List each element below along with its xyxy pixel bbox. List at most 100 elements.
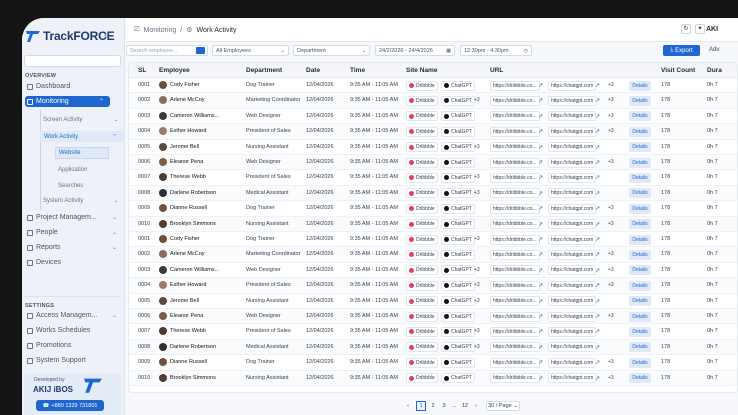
details-button[interactable]: Details xyxy=(629,188,651,199)
employee-name-cell[interactable]: Brooklyn Simmons xyxy=(170,221,216,227)
more-urls-count[interactable]: +3 xyxy=(608,282,614,288)
url-tag[interactable]: https://chatgpt.com xyxy=(548,326,597,337)
sidebar-sub-system-activity[interactable]: System Activity ⌄ xyxy=(43,198,121,204)
column-header[interactable]: Dura xyxy=(707,67,722,74)
external-link-icon[interactable]: ↗ xyxy=(538,82,543,89)
url-tag[interactable]: https://dribbble.co... xyxy=(490,373,540,384)
more-urls-count[interactable]: +3 xyxy=(608,205,614,211)
external-link-icon[interactable]: ↗ xyxy=(595,205,600,212)
external-link-icon[interactable]: ↗ xyxy=(595,236,600,243)
column-header[interactable]: URL xyxy=(490,67,503,74)
site-tag-chatgpt[interactable]: ChatGPT xyxy=(441,265,475,276)
page-button[interactable]: 2 xyxy=(429,401,437,411)
url-tag[interactable]: https://dribbble.co... xyxy=(490,219,540,230)
site-tag-dribbble[interactable]: Dribbble xyxy=(406,357,438,368)
url-tag[interactable]: https://dribbble.co... xyxy=(490,95,540,106)
more-sites-count[interactable]: +3 xyxy=(474,174,480,180)
employees-select[interactable]: All Employees ⌄ xyxy=(212,45,289,56)
employee-name-cell[interactable]: Cody Fisher xyxy=(170,236,200,242)
more-urls-count[interactable]: +3 xyxy=(608,251,614,257)
sidebar-sub-searches[interactable]: Searches xyxy=(58,183,83,189)
url-tag[interactable]: https://dribbble.co... xyxy=(490,111,540,122)
column-header[interactable]: Site Name xyxy=(406,67,437,74)
external-link-icon[interactable]: ↗ xyxy=(595,282,600,289)
url-tag[interactable]: https://chatgpt.com xyxy=(548,265,597,276)
site-tag-chatgpt[interactable]: ChatGPT xyxy=(441,249,475,260)
sidebar-item-project-management[interactable]: Project Managem... ⌄ xyxy=(25,212,123,223)
per-page-select[interactable]: 30 / Page ⌄ xyxy=(486,401,520,411)
employee-name-cell[interactable]: Dianne Russell xyxy=(170,205,207,211)
employee-name-cell[interactable]: Dianne Russell xyxy=(170,359,207,365)
external-link-icon[interactable]: ↗ xyxy=(538,375,543,382)
more-urls-count[interactable]: +3 xyxy=(608,159,614,165)
site-tag-dribbble[interactable]: Dribbble xyxy=(406,172,438,183)
page-button[interactable]: 1 xyxy=(416,401,426,411)
double-chevron-left-icon[interactable]: « xyxy=(104,30,110,41)
site-tag-dribbble[interactable]: Dribbble xyxy=(406,311,438,322)
external-link-icon[interactable]: ↗ xyxy=(595,313,600,320)
page-button[interactable]: 3 xyxy=(440,401,448,411)
column-header[interactable]: Department xyxy=(246,67,282,74)
external-link-icon[interactable]: ↗ xyxy=(538,128,543,135)
site-tag-dribbble[interactable]: Dribbble xyxy=(406,111,438,122)
external-link-icon[interactable]: ↗ xyxy=(595,344,600,351)
external-link-icon[interactable]: ↗ xyxy=(595,159,600,166)
external-link-icon[interactable]: ↗ xyxy=(538,282,543,289)
external-link-icon[interactable]: ↗ xyxy=(595,190,600,197)
url-tag[interactable]: https://chatgpt.com xyxy=(548,142,597,153)
url-tag[interactable]: https://chatgpt.com xyxy=(548,172,597,183)
site-tag-dribbble[interactable]: Dribbble xyxy=(406,296,438,307)
sidebar-item-people[interactable]: People ⌄ xyxy=(25,227,123,238)
details-button[interactable]: Details xyxy=(629,219,651,230)
sidebar-sub-website[interactable]: Website xyxy=(55,147,109,159)
date-range-picker[interactable]: 24/2/2026 - 24/4/2026 ▦ xyxy=(375,45,455,56)
details-button[interactable]: Details xyxy=(629,157,651,168)
next-page-button[interactable]: › xyxy=(472,401,480,411)
sidebar-sub-application[interactable]: Application xyxy=(58,167,87,173)
external-link-icon[interactable]: ↗ xyxy=(538,174,543,181)
external-link-icon[interactable]: ↗ xyxy=(538,144,543,151)
site-tag-chatgpt[interactable]: ChatGPT xyxy=(441,95,475,106)
details-button[interactable]: Details xyxy=(629,95,651,106)
url-tag[interactable]: https://dribbble.co... xyxy=(490,80,540,91)
more-urls-count[interactable]: +3 xyxy=(608,97,614,103)
url-tag[interactable]: https://chatgpt.com xyxy=(548,234,597,245)
details-button[interactable]: Details xyxy=(629,80,651,91)
external-link-icon[interactable]: ↗ xyxy=(595,375,600,382)
column-header[interactable]: Date xyxy=(306,67,320,74)
site-tag-chatgpt[interactable]: ChatGPT xyxy=(441,172,475,183)
site-tag-chatgpt[interactable]: ChatGPT xyxy=(441,326,475,337)
url-tag[interactable]: https://dribbble.co... xyxy=(490,234,540,245)
site-tag-chatgpt[interactable]: ChatGPT xyxy=(441,234,475,245)
external-link-icon[interactable]: ↗ xyxy=(595,221,600,228)
site-tag-chatgpt[interactable]: ChatGPT xyxy=(441,80,475,91)
more-sites-count[interactable]: +3 xyxy=(474,144,480,150)
more-urls-count[interactable]: +3 xyxy=(608,313,614,319)
column-header[interactable]: Employee xyxy=(159,67,190,74)
url-tag[interactable]: https://dribbble.co... xyxy=(490,172,540,183)
site-tag-dribbble[interactable]: Dribbble xyxy=(406,95,438,106)
employee-name-cell[interactable]: Cameron Williams... xyxy=(170,113,219,119)
employee-name-cell[interactable]: Eleanor Pena xyxy=(170,313,203,319)
details-button[interactable]: Details xyxy=(629,280,651,291)
external-link-icon[interactable]: ↗ xyxy=(538,236,543,243)
employee-name-cell[interactable]: Therese Webb xyxy=(170,174,206,180)
sidebar-item-system-support[interactable]: System Support xyxy=(25,355,123,366)
employee-name-cell[interactable]: Darlene Robertson xyxy=(170,190,216,196)
employee-name-cell[interactable]: Jerome Bell xyxy=(170,298,199,304)
more-sites-count[interactable]: +3 xyxy=(474,282,480,288)
site-tag-chatgpt[interactable]: ChatGPT xyxy=(441,126,475,137)
site-tag-chatgpt[interactable]: ChatGPT xyxy=(441,142,475,153)
site-tag-chatgpt[interactable]: ChatGPT xyxy=(441,111,475,122)
employee-name-cell[interactable]: Jerome Bell xyxy=(170,144,199,150)
details-button[interactable]: Details xyxy=(629,142,651,153)
sidebar-item-access-management[interactable]: Access Managem... ⌄ xyxy=(25,310,123,321)
phone-button[interactable]: ☎ +880 1329 731801 xyxy=(36,400,104,411)
details-button[interactable]: Details xyxy=(629,234,651,245)
url-tag[interactable]: https://dribbble.co... xyxy=(490,265,540,276)
url-tag[interactable]: https://chatgpt.com xyxy=(548,357,597,368)
details-button[interactable]: Details xyxy=(629,357,651,368)
url-tag[interactable]: https://dribbble.co... xyxy=(490,342,540,353)
more-sites-count[interactable]: +3 xyxy=(474,267,480,273)
user-name[interactable]: AKI xyxy=(706,26,718,33)
